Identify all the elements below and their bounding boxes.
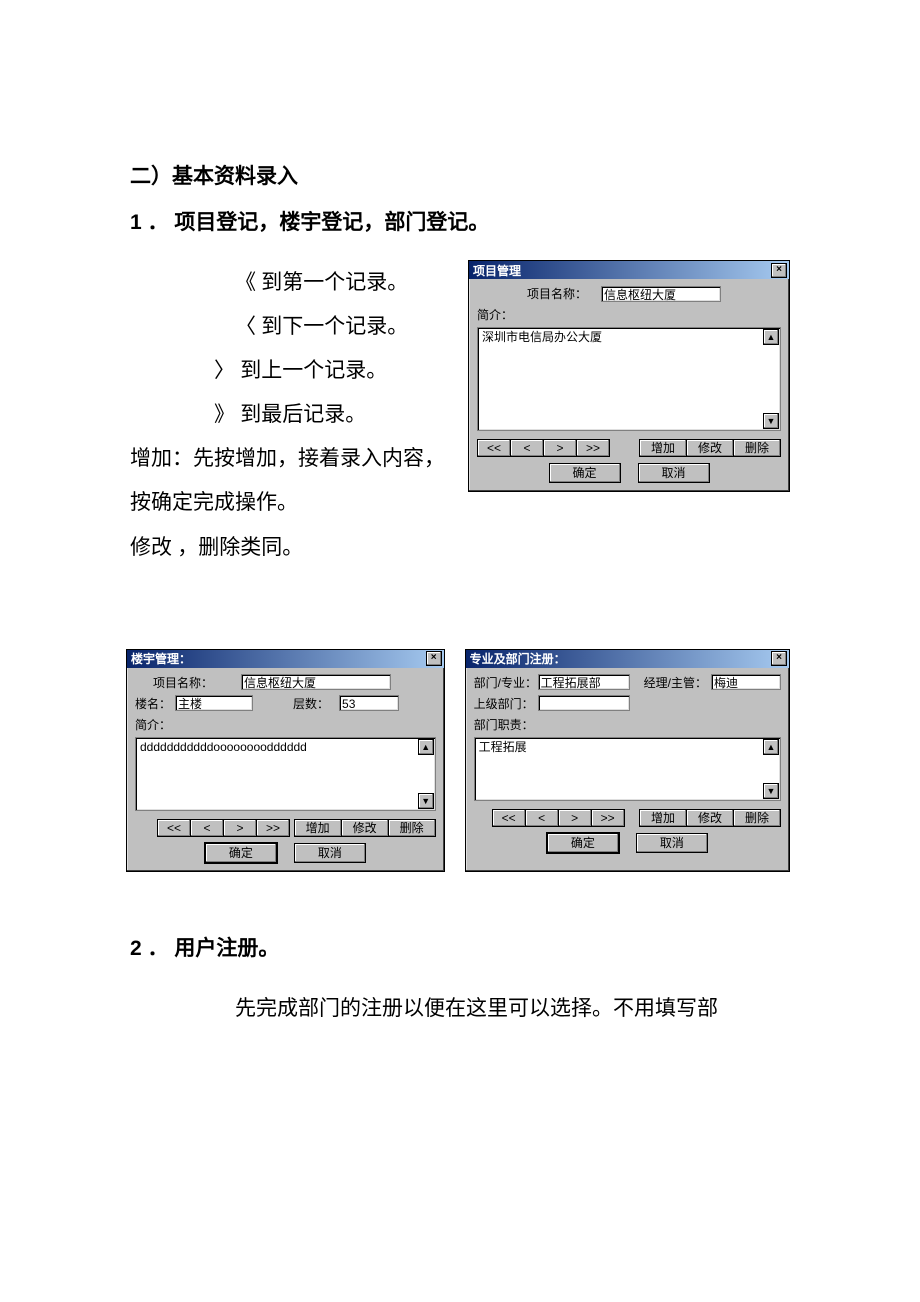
project-name-label: 项目名称： (527, 285, 587, 302)
manager-input[interactable]: 梅迪 (711, 674, 781, 690)
nav-prev-button[interactable]: < (525, 809, 559, 827)
close-button[interactable]: × (771, 651, 787, 666)
mod-desc: 修改 ，删除类同。 (130, 525, 790, 569)
dialog-title: 楼宇管理： (131, 650, 191, 667)
nav-prev-button[interactable]: < (510, 439, 544, 457)
close-button[interactable]: × (426, 651, 442, 666)
duty-text: 工程拓展 (475, 738, 780, 756)
subsection-heading-2: 2 ． 用户注册。 (130, 932, 790, 962)
nav-last-button[interactable]: >> (576, 439, 610, 457)
delete-button[interactable]: 删除 (733, 439, 781, 457)
nav-next-button[interactable]: > (558, 809, 592, 827)
parent-dept-label: 上级部门： (474, 695, 538, 712)
intro-textarea[interactable]: 深圳市电信局办公大厦 ▲ ▼ (477, 327, 781, 431)
building-name-label: 楼名： (135, 695, 175, 712)
close-button[interactable]: × (771, 263, 787, 278)
dialog-department-register: 专业及部门注册： × 部门/专业： 工程拓展部 经理/主管： 梅迪 上级部门： (465, 649, 790, 872)
edit-button[interactable]: 修改 (686, 809, 734, 827)
crud-group: 增加 修改 删除 (294, 819, 436, 837)
crud-group: 增加 修改 删除 (639, 439, 781, 457)
intro-text: 深圳市电信局办公大厦 (478, 328, 780, 346)
dialog-title: 项目管理 (473, 262, 521, 279)
nav-first-button[interactable]: << (492, 809, 526, 827)
delete-button[interactable]: 删除 (388, 819, 436, 837)
dialog-project-management: 项目管理 × 项目名称： 信息枢纽大厦 简介： 深圳市电信局办公大厦 ▲ ▼ (468, 260, 790, 492)
scroll-up-icon[interactable]: ▲ (418, 739, 434, 755)
scroll-down-icon[interactable]: ▼ (418, 793, 434, 809)
record-nav-group: << < > >> (477, 439, 610, 457)
body-paragraph-2: 先完成部门的注册以便在这里可以选择。不用填写部 (130, 986, 790, 1030)
duty-textarea[interactable]: 工程拓展 ▲ ▼ (474, 737, 781, 801)
intro-textarea[interactable]: dddddddddddoooooooodddddd ▲ ▼ (135, 737, 436, 811)
building-name-input[interactable]: 主楼 (175, 695, 253, 711)
titlebar: 专业及部门注册： × (466, 650, 789, 668)
edit-button[interactable]: 修改 (686, 439, 734, 457)
add-button[interactable]: 增加 (639, 809, 687, 827)
ok-button[interactable]: 确定 (205, 843, 277, 863)
dialog-building-management: 楼宇管理： × 项目名称： 信息枢纽大厦 楼名： 主楼 层数： 53 (126, 649, 445, 872)
floors-input[interactable]: 53 (339, 695, 399, 711)
ok-button[interactable]: 确定 (549, 463, 621, 483)
duty-label: 部门职责： (474, 716, 534, 733)
titlebar: 楼宇管理： × (127, 650, 444, 668)
titlebar: 项目管理 × (469, 261, 789, 279)
subsection-heading-1: 1 ． 项目登记，楼宇登记，部门登记。 (130, 206, 790, 236)
nav-next-button[interactable]: > (543, 439, 577, 457)
project-name-input[interactable]: 信息枢纽大厦 (601, 286, 721, 302)
record-nav-group: << < > >> (157, 819, 290, 837)
scroll-up-icon[interactable]: ▲ (763, 739, 779, 755)
manager-label: 经理/主管： (644, 674, 707, 691)
edit-button[interactable]: 修改 (341, 819, 389, 837)
nav-last-button[interactable]: >> (256, 819, 290, 837)
cancel-button[interactable]: 取消 (294, 843, 366, 863)
floors-label: 层数： (293, 695, 329, 712)
dept-input[interactable]: 工程拓展部 (538, 674, 630, 690)
nav-next-button[interactable]: > (223, 819, 257, 837)
add-button[interactable]: 增加 (639, 439, 687, 457)
nav-first-button[interactable]: << (477, 439, 511, 457)
scroll-up-icon[interactable]: ▲ (763, 329, 779, 345)
intro-text: dddddddddddoooooooodddddd (136, 738, 435, 756)
delete-button[interactable]: 删除 (733, 809, 781, 827)
ok-button[interactable]: 确定 (547, 833, 619, 853)
crud-group: 增加 修改 删除 (639, 809, 781, 827)
project-name-input[interactable]: 信息枢纽大厦 (241, 674, 391, 690)
cancel-button[interactable]: 取消 (638, 463, 710, 483)
cancel-button[interactable]: 取消 (636, 833, 708, 853)
record-nav-group: << < > >> (492, 809, 625, 827)
dialog-title: 专业及部门注册： (470, 650, 566, 667)
intro-label: 简介： (477, 306, 513, 323)
section-heading: 二）基本资料录入 (130, 160, 790, 190)
add-button[interactable]: 增加 (294, 819, 342, 837)
project-name-label: 项目名称： (153, 674, 213, 691)
nav-prev-button[interactable]: < (190, 819, 224, 837)
scroll-down-icon[interactable]: ▼ (763, 413, 779, 429)
parent-dept-input[interactable] (538, 695, 630, 711)
nav-first-button[interactable]: << (157, 819, 191, 837)
intro-label: 简介： (135, 716, 171, 733)
nav-last-button[interactable]: >> (591, 809, 625, 827)
dept-label: 部门/专业： (474, 674, 538, 691)
scroll-down-icon[interactable]: ▼ (763, 783, 779, 799)
